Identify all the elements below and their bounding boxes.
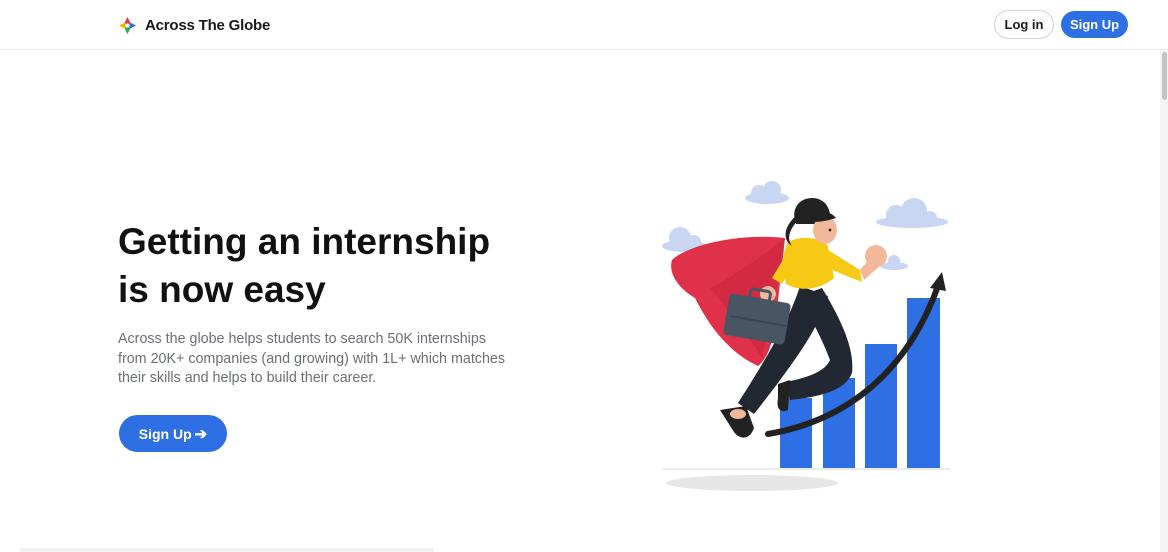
hero-signup-label: Sign Up [138, 425, 192, 442]
brand-logo-link[interactable]: Across The Globe [118, 14, 270, 36]
nav-signup-button[interactable]: Sign Up [1061, 11, 1128, 38]
floor-shadow [666, 475, 838, 491]
hero-title-line-2: is now easy [118, 269, 326, 310]
arrow-right-icon: ➔ [194, 425, 208, 443]
scrollbar-track[interactable] [1160, 50, 1168, 552]
hero-illustration [662, 181, 950, 491]
hero-signup-button[interactable]: Sign Up ➔ [119, 415, 227, 452]
scrollbar-thumb[interactable] [1162, 52, 1167, 100]
hero-title-line-1: Getting an internship [118, 221, 491, 262]
hero-description: Across the globe helps students to searc… [118, 331, 506, 386]
top-navbar: Across The Globe Log in Sign Up [0, 0, 1168, 50]
login-button[interactable]: Log in [994, 10, 1054, 39]
brand-name: Across The Globe [145, 16, 271, 34]
section-divider [20, 548, 434, 552]
hero-title: Getting an internship is now easy [118, 218, 538, 314]
compass-logo-icon [118, 16, 137, 34]
